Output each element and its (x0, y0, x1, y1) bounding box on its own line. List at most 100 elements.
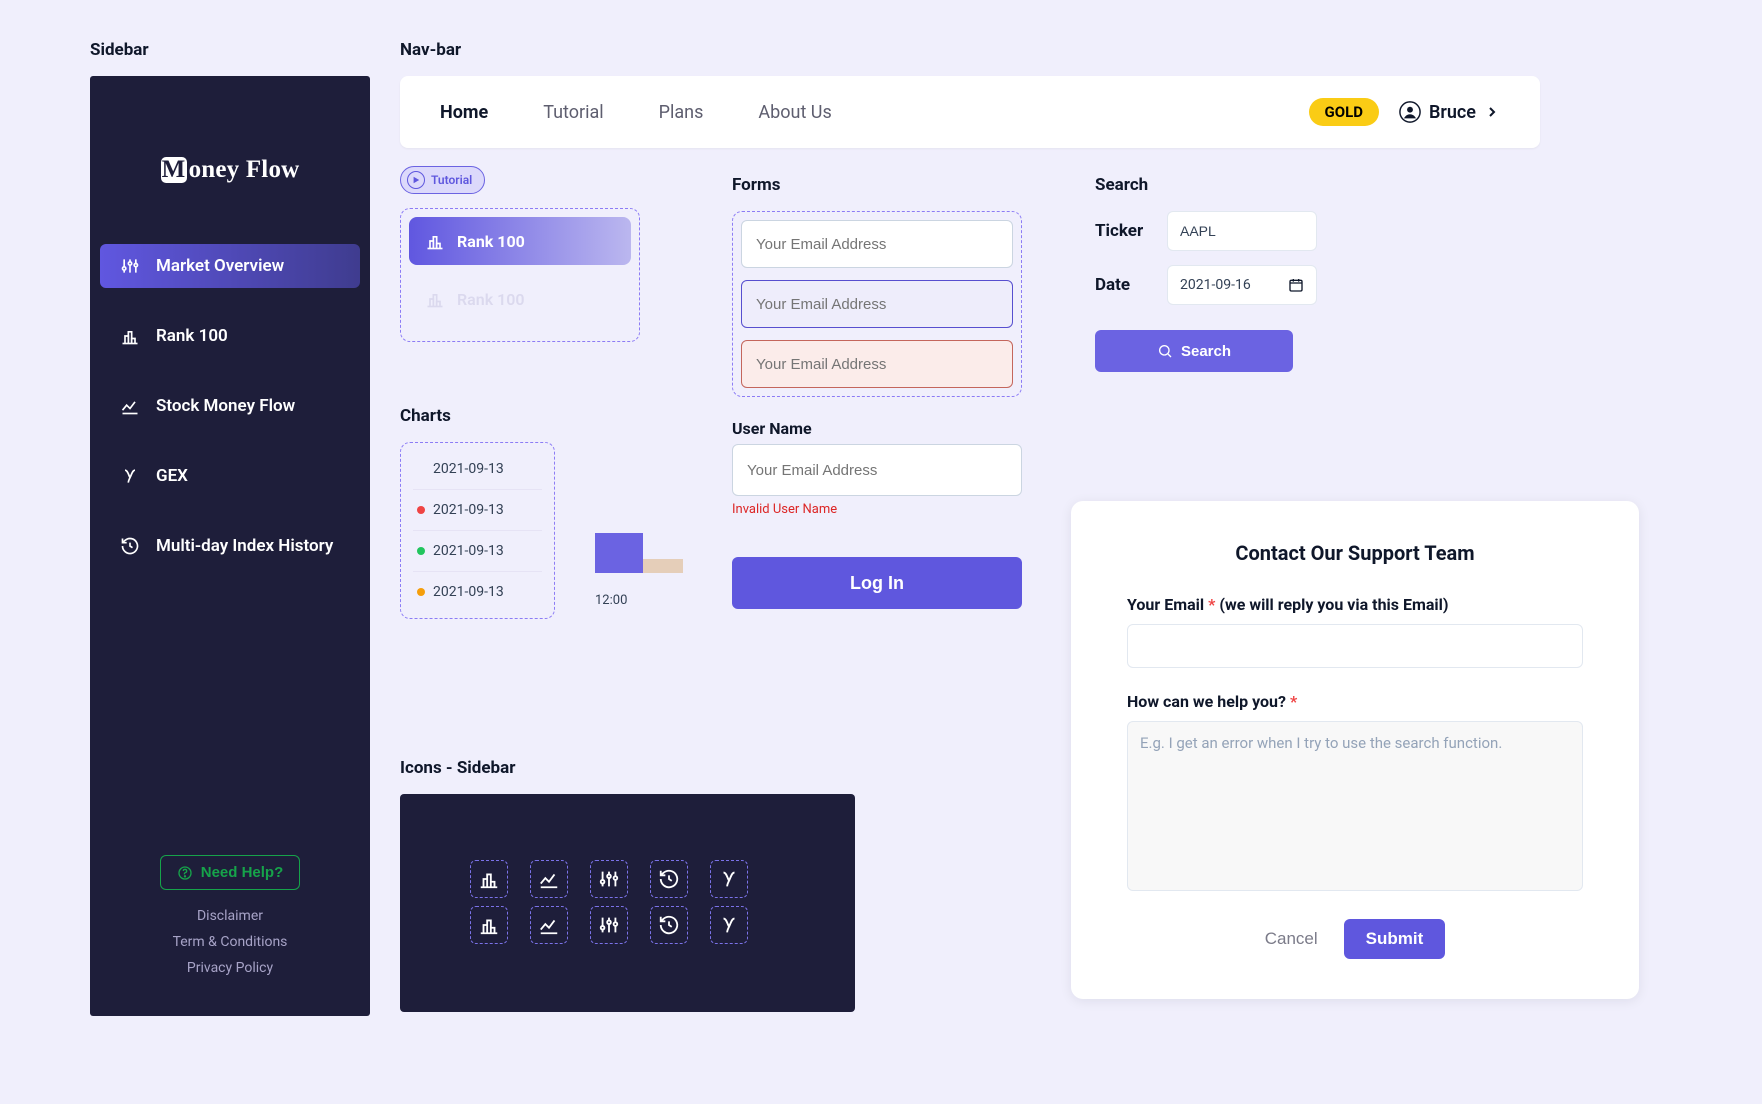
input-states-group (732, 211, 1022, 397)
user-menu[interactable]: Bruce (1399, 101, 1500, 123)
user-icon (1399, 101, 1421, 123)
rank-100-button-active[interactable]: Rank 100 (409, 217, 631, 265)
footer-link-privacy[interactable]: Privacy Policy (90, 960, 370, 976)
email-input-default[interactable] (741, 220, 1013, 268)
date-value: 2021-09-13 (433, 502, 504, 518)
date-value: 2021-09-16 (1180, 277, 1251, 293)
need-help-button[interactable]: Need Help? (160, 855, 301, 890)
contact-email-input[interactable] (1127, 624, 1583, 668)
required-star: * (1208, 595, 1215, 614)
nav-link-tutorial[interactable]: Tutorial (543, 102, 603, 123)
sidebar-item-multi-day-history[interactable]: Multi-day Index History (100, 524, 360, 568)
section-label-sidebar: Sidebar (90, 40, 370, 60)
rank-buttons-group: Rank 100 Rank 100 (400, 208, 640, 342)
sidebar-item-gex[interactable]: GEX (100, 454, 360, 498)
mini-bar-chart: 12:00 (595, 523, 683, 608)
bar-chart-icon (470, 906, 508, 944)
history-icon (120, 536, 140, 556)
ticker-input[interactable] (1167, 211, 1317, 251)
logo: Money Flow (90, 156, 370, 184)
login-button[interactable]: Log In (732, 557, 1022, 609)
gamma-icon (710, 906, 748, 944)
rank-button-label: Rank 100 (457, 232, 525, 251)
contact-email-label: Your Email * (we will reply you via this… (1127, 595, 1583, 614)
username-input[interactable] (732, 444, 1022, 496)
gold-badge: GOLD (1309, 98, 1379, 126)
sidebar-item-rank-100[interactable]: Rank 100 (100, 314, 360, 358)
date-input[interactable]: 2021-09-16 (1167, 265, 1317, 305)
gamma-icon (710, 860, 748, 898)
bar-chart-icon (425, 289, 445, 309)
ticker-label: Ticker (1095, 221, 1149, 241)
search-button-label: Search (1181, 343, 1231, 360)
search-button[interactable]: Search (1095, 330, 1293, 372)
bar-chart-icon (425, 231, 445, 251)
contact-panel: Contact Our Support Team Your Email * (w… (1071, 501, 1639, 999)
date-row: 2021-09-13 (413, 449, 542, 489)
icons-panel (400, 794, 855, 1012)
email-input-error[interactable] (741, 340, 1013, 388)
bar-chart-icon (470, 860, 508, 898)
section-label-forms: Forms (732, 175, 1022, 195)
contact-title: Contact Our Support Team (1127, 541, 1583, 565)
trend-line-icon (530, 860, 568, 898)
sliders-icon (590, 860, 628, 898)
bar-primary (595, 533, 643, 573)
footer-link-terms[interactable]: Term & Conditions (90, 934, 370, 950)
date-value: 2021-09-13 (433, 543, 504, 559)
date-row: 2021-09-13 (413, 530, 542, 571)
sidebar-item-label: Multi-day Index History (156, 536, 333, 556)
section-label-icons-sidebar: Icons - Sidebar (400, 758, 855, 778)
sidebar-item-market-overview[interactable]: Market Overview (100, 244, 360, 288)
date-row: 2021-09-13 (413, 489, 542, 530)
navbar: Home Tutorial Plans About Us GOLD Bruce (400, 76, 1540, 148)
nav-link-plans[interactable]: Plans (659, 102, 704, 123)
calendar-icon (1288, 277, 1304, 293)
logo-badge: M (161, 157, 187, 183)
date-value: 2021-09-13 (433, 584, 504, 600)
sidebar-footer: Need Help? Disclaimer Term & Conditions … (90, 855, 370, 1016)
status-dot-red (417, 506, 425, 514)
rank-100-button-ghost[interactable]: Rank 100 (409, 275, 631, 323)
user-name: Bruce (1429, 102, 1476, 123)
bar-secondary (643, 559, 683, 573)
date-label: Date (1095, 275, 1149, 295)
contact-help-label: How can we help you? * (1127, 692, 1583, 711)
sliders-icon (590, 906, 628, 944)
play-icon (407, 171, 425, 189)
contact-message-textarea[interactable] (1127, 721, 1583, 891)
cancel-button[interactable]: Cancel (1265, 919, 1318, 959)
sidebar-nav: Market Overview Rank 100 Stock Money Flo… (90, 244, 370, 568)
date-legend: 2021-09-13 2021-09-13 2021-09-13 2021-09… (400, 442, 555, 619)
status-dot-yellow (417, 588, 425, 596)
sidebar-item-label: GEX (156, 466, 188, 486)
trend-line-icon (530, 906, 568, 944)
sidebar-item-label: Market Overview (156, 256, 284, 276)
nav-link-home[interactable]: Home (440, 102, 488, 123)
section-label-search: Search (1095, 175, 1325, 195)
chevron-right-icon (1484, 104, 1500, 120)
history-icon (650, 906, 688, 944)
sidebar-item-stock-money-flow[interactable]: Stock Money Flow (100, 384, 360, 428)
section-label-charts: Charts (400, 406, 555, 426)
username-error: Invalid User Name (732, 502, 1022, 517)
footer-link-disclaimer[interactable]: Disclaimer (90, 908, 370, 924)
tutorial-pill[interactable]: Tutorial (400, 166, 485, 194)
gamma-icon (120, 466, 140, 486)
trend-line-icon (120, 396, 140, 416)
status-dot-green (417, 547, 425, 555)
date-row: 2021-09-13 (413, 571, 542, 612)
bar-chart-icon (120, 326, 140, 346)
sidebar: Money Flow Market Overview Rank 100 Stoc… (90, 76, 370, 1016)
rank-button-label: Rank 100 (457, 290, 525, 309)
sidebar-item-label: Rank 100 (156, 326, 228, 346)
sliders-icon (120, 256, 140, 276)
tutorial-pill-label: Tutorial (431, 173, 472, 187)
logo-text: oney Flow (189, 156, 300, 183)
email-input-focused[interactable] (741, 280, 1013, 328)
submit-button[interactable]: Submit (1344, 919, 1446, 959)
section-label-navbar: Nav-bar (400, 40, 1540, 60)
nav-link-about[interactable]: About Us (758, 102, 831, 123)
need-help-label: Need Help? (201, 864, 284, 881)
date-value: 2021-09-13 (433, 461, 504, 477)
